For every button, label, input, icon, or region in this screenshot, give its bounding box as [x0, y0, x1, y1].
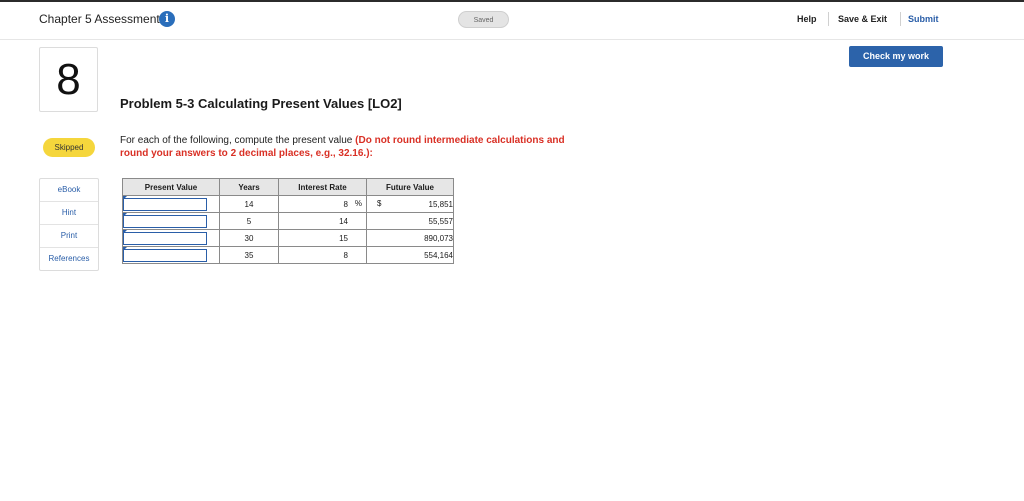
input-marker-icon — [123, 247, 127, 251]
nav-divider — [900, 12, 901, 26]
future-value-cell: 890,073 — [366, 229, 454, 247]
interest-rate-cell: 8 — [278, 246, 367, 264]
table-row: 5 14 55,557 — [122, 212, 454, 230]
interest-rate-value: 8 — [343, 199, 348, 209]
header-future-value: Future Value — [366, 178, 454, 196]
interest-rate-cell: 15 — [278, 229, 367, 247]
info-icon[interactable]: i — [159, 11, 175, 27]
header-present-value: Present Value — [122, 178, 220, 196]
header-interest-rate: Interest Rate — [278, 178, 367, 196]
present-value-input[interactable] — [123, 197, 207, 211]
present-value-input[interactable] — [123, 214, 207, 228]
header-years: Years — [219, 178, 279, 196]
nav-divider — [828, 12, 829, 26]
interest-rate-value: 14 — [339, 216, 348, 226]
present-value-table: Present Value Years Interest Rate Future… — [122, 178, 454, 264]
present-value-input[interactable] — [123, 231, 207, 245]
submit-link[interactable]: Submit — [908, 14, 939, 24]
years-cell: 5 — [219, 212, 279, 230]
years-cell: 14 — [219, 195, 279, 213]
table-row: 35 8 554,164 — [122, 246, 454, 264]
future-value-amount: 554,164 — [424, 250, 453, 260]
dollar-sign: $ — [377, 199, 382, 208]
table-row: 30 15 890,073 — [122, 229, 454, 247]
references-link[interactable]: References — [40, 248, 98, 270]
problem-title: Problem 5-3 Calculating Present Values [… — [120, 96, 402, 111]
present-value-cell — [122, 212, 220, 230]
saved-status-badge: Saved — [458, 11, 509, 28]
table-row: 14 8 % $ 15,851 — [122, 195, 454, 213]
ebook-link[interactable]: eBook — [40, 179, 98, 202]
hint-link[interactable]: Hint — [40, 202, 98, 225]
question-status-badge: Skipped — [43, 138, 95, 157]
interest-rate-value: 15 — [339, 233, 348, 243]
save-exit-link[interactable]: Save & Exit — [838, 14, 887, 24]
interest-rate-cell: 8 % — [278, 195, 367, 213]
instruction-text: For each of the following, compute the p… — [120, 135, 356, 146]
print-link[interactable]: Print — [40, 225, 98, 248]
check-my-work-button[interactable]: Check my work — [849, 46, 943, 67]
future-value-cell: 55,557 — [366, 212, 454, 230]
present-value-cell — [122, 229, 220, 247]
years-cell: 35 — [219, 246, 279, 264]
future-value-cell: $ 15,851 — [366, 195, 454, 213]
present-value-cell — [122, 195, 220, 213]
percent-sign: % — [354, 199, 362, 208]
future-value-amount: 15,851 — [428, 199, 453, 209]
assessment-title: Chapter 5 Assessment — [39, 12, 160, 26]
header-bar: Chapter 5 Assessment i Saved Help Save &… — [0, 2, 1024, 40]
input-marker-icon — [123, 213, 127, 217]
input-marker-icon — [123, 230, 127, 234]
problem-instructions: For each of the following, compute the p… — [120, 134, 590, 160]
interest-rate-value: 8 — [343, 250, 348, 260]
present-value-cell — [122, 246, 220, 264]
future-value-cell: 554,164 — [366, 246, 454, 264]
interest-rate-cell: 14 — [278, 212, 367, 230]
input-marker-icon — [123, 196, 127, 200]
present-value-input[interactable] — [123, 248, 207, 262]
years-cell: 30 — [219, 229, 279, 247]
tools-panel: eBook Hint Print References — [39, 178, 99, 271]
help-link[interactable]: Help — [797, 14, 817, 24]
future-value-amount: 55,557 — [428, 216, 453, 226]
table-header-row: Present Value Years Interest Rate Future… — [122, 178, 454, 196]
question-number[interactable]: 8 — [39, 47, 98, 112]
future-value-amount: 890,073 — [424, 233, 453, 243]
